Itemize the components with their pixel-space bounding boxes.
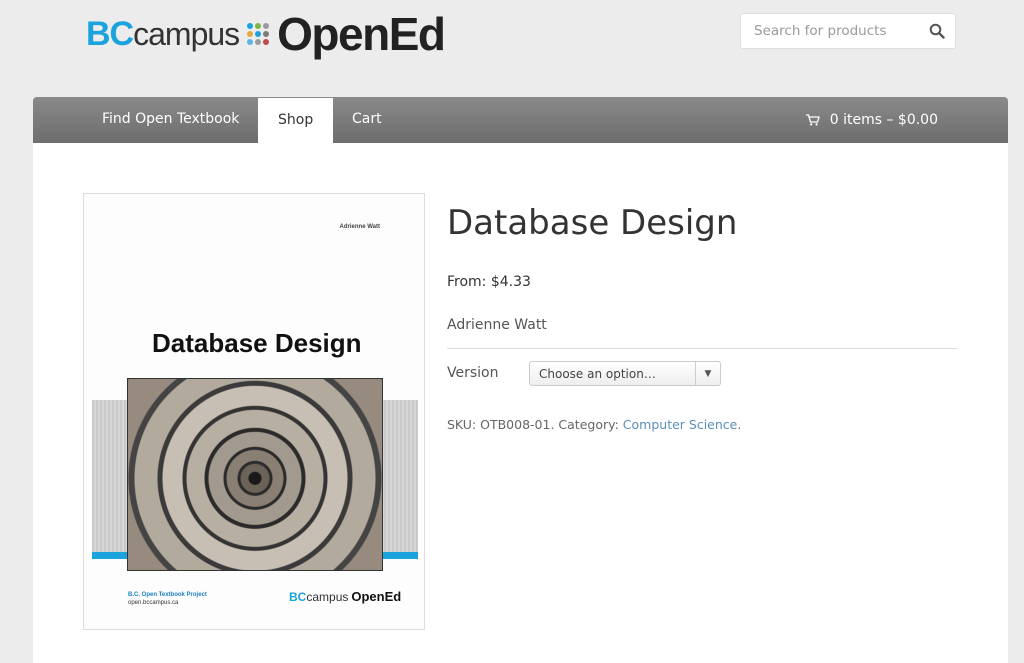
cover-author: Adrienne Watt — [339, 224, 380, 230]
chevron-down-icon: ▼ — [695, 362, 720, 385]
product-price: From: $4.33 — [447, 274, 531, 290]
version-label: Version — [447, 365, 499, 381]
cover-logo-campus: campus — [306, 589, 349, 604]
cover-footer-project: B.C. Open Textbook Project — [128, 592, 207, 598]
cover-title: Database Design — [152, 328, 362, 358]
cover-staircase-photo — [127, 378, 383, 571]
cover-logo: BC campus OpenEd — [289, 589, 401, 604]
nav-cart[interactable]: Cart — [352, 97, 382, 143]
logo-opened: OpenEd — [277, 8, 446, 60]
search-input[interactable] — [741, 22, 932, 40]
logo-dots-icon — [247, 23, 270, 45]
sku-text: SKU: OTB008-01. Category: — [447, 417, 623, 432]
nav-find-open-textbook[interactable]: Find Open Textbook — [102, 97, 239, 143]
product-title: Database Design — [447, 203, 738, 243]
book-cover-image[interactable]: Adrienne Watt Database Design B.C. Open … — [83, 193, 425, 630]
version-select-value: Choose an option… — [539, 366, 656, 381]
cart-icon — [805, 114, 820, 126]
logo-bc: BC — [86, 14, 134, 53]
divider — [447, 348, 958, 349]
category-suffix: . — [737, 417, 742, 432]
search-icon[interactable] — [929, 23, 945, 39]
nav-shop[interactable]: Shop — [258, 98, 334, 143]
cover-footer-url: open.bccampus.ca — [128, 600, 179, 606]
cover-footer-text: B.C. Open Textbook Project open.bccampus… — [128, 591, 207, 607]
search-box — [740, 13, 956, 49]
product-panel: Adrienne Watt Database Design B.C. Open … — [33, 143, 1008, 663]
main-nav: Find Open Textbook Shop Cart 0 items – $… — [33, 97, 1008, 143]
category-link[interactable]: Computer Science — [623, 417, 738, 432]
cover-logo-opened: OpenEd — [351, 589, 402, 604]
cart-summary-text: 0 items – $0.00 — [829, 112, 938, 128]
logo-campus: campus — [133, 15, 240, 52]
product-meta: SKU: OTB008-01. Category: Computer Scien… — [447, 417, 741, 432]
site-logo[interactable]: BC campus OpenEd — [86, 8, 446, 60]
cart-summary[interactable]: 0 items – $0.00 — [805, 97, 938, 143]
version-select[interactable]: Choose an option… ▼ — [529, 361, 721, 386]
product-author: Adrienne Watt — [447, 317, 547, 333]
cover-logo-bc: BC — [289, 589, 307, 604]
